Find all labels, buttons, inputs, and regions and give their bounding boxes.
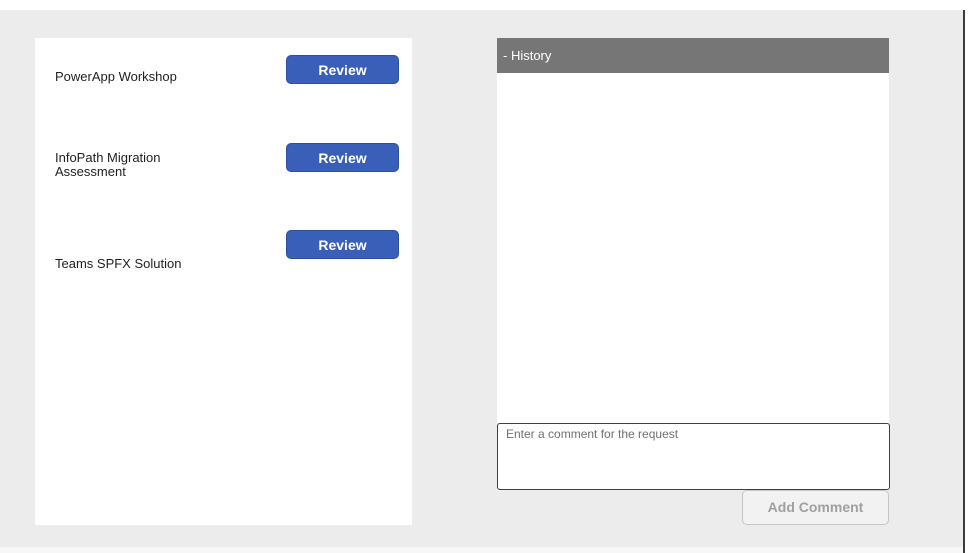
gallery-item[interactable]: InfoPath Migration Assessment Review: [35, 125, 412, 185]
review-button[interactable]: Review: [286, 55, 399, 84]
review-button[interactable]: Review: [286, 143, 399, 172]
request-gallery: PowerApp Workshop Review InfoPath Migrat…: [35, 38, 412, 525]
review-button[interactable]: Review: [286, 230, 399, 259]
history-header[interactable]: - History: [497, 38, 889, 73]
app-screen: PowerApp Workshop Review InfoPath Migrat…: [0, 10, 963, 547]
window-bottom-strip: [0, 547, 963, 553]
request-title: InfoPath Migration Assessment: [55, 150, 161, 179]
history-panel: - History: [497, 38, 889, 423]
window-edge: [963, 10, 965, 553]
comment-input[interactable]: [497, 423, 890, 490]
add-comment-button[interactable]: Add Comment: [742, 490, 889, 525]
gallery-item[interactable]: Teams SPFX Solution Review: [35, 213, 412, 273]
gallery-item[interactable]: PowerApp Workshop Review: [35, 38, 412, 98]
request-title: PowerApp Workshop: [55, 69, 177, 84]
request-title: Teams SPFX Solution: [55, 256, 182, 271]
